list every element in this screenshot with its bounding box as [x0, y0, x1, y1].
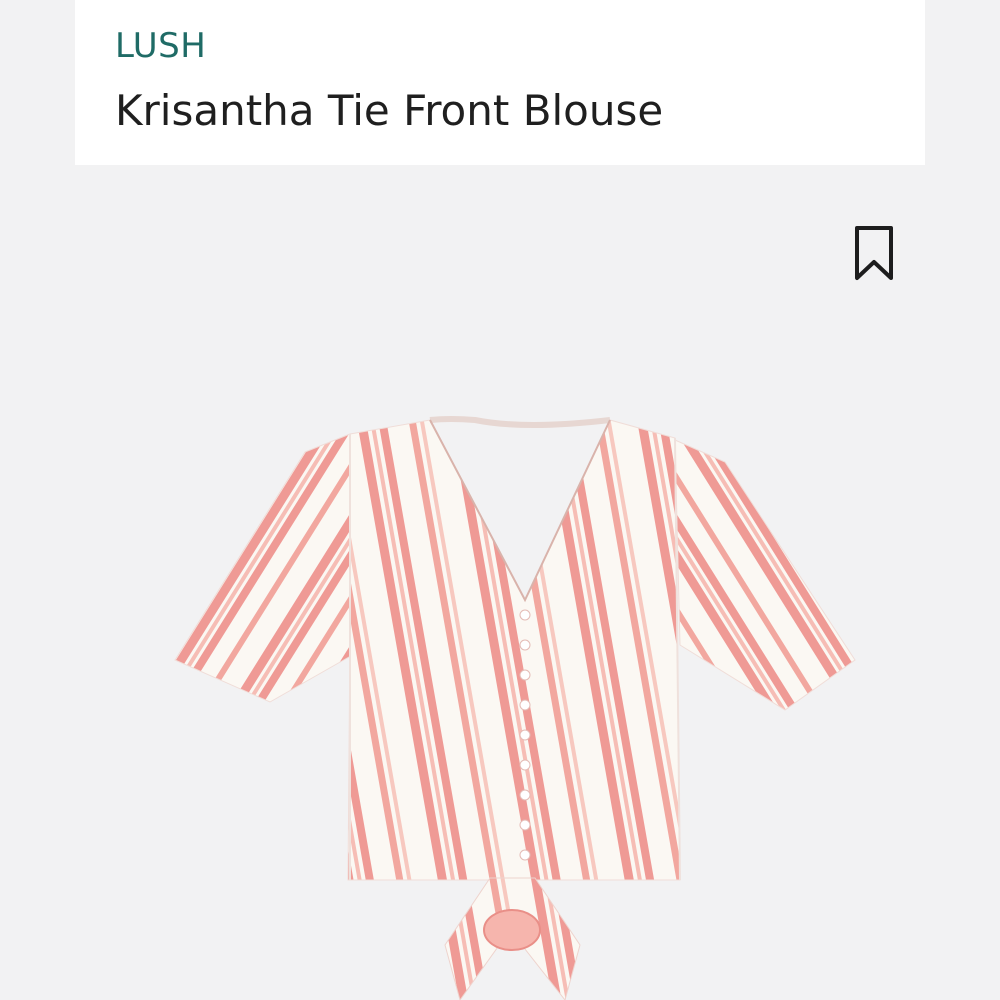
product-title: Krisantha Tie Front Blouse [115, 86, 664, 135]
product-page: LUSH Krisantha Tie Front Blouse [0, 0, 1000, 1000]
brand-name[interactable]: LUSH [115, 26, 206, 66]
bookmark-icon-svg [855, 226, 893, 280]
bookmark-icon[interactable] [852, 224, 896, 282]
product-image [174, 416, 856, 1000]
product-header: LUSH Krisantha Tie Front Blouse [75, 0, 925, 165]
